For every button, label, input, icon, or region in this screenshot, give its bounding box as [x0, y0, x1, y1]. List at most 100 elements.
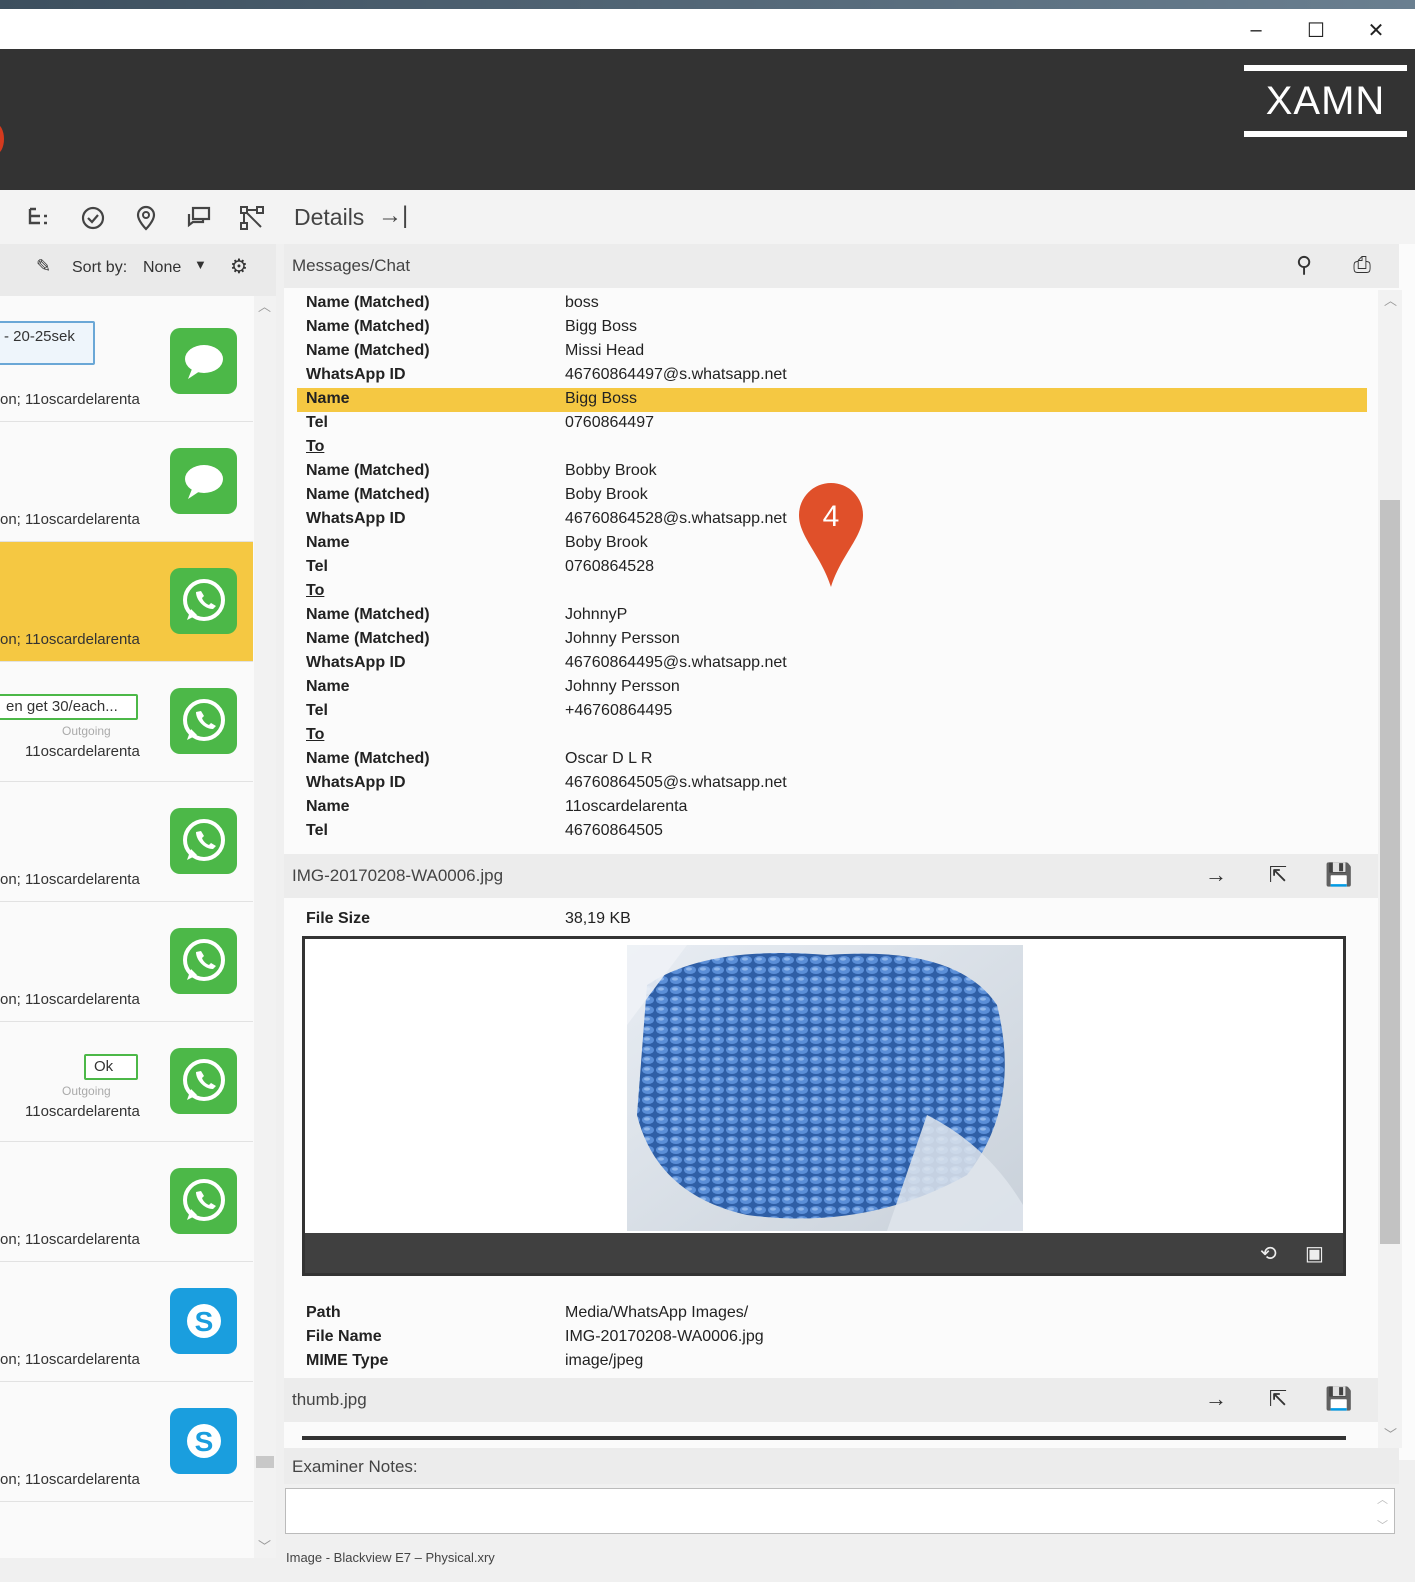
scroll-thumb[interactable] — [256, 1456, 274, 1468]
pin-icon[interactable]: ✎ — [36, 256, 51, 277]
detail-row[interactable]: Name (Matched) Johnny Persson — [297, 628, 1367, 652]
whatsapp-icon — [170, 808, 237, 874]
detail-row[interactable]: Name (Matched) Missi Head — [297, 340, 1367, 364]
detail-row[interactable]: Name (Matched) Bigg Boss — [297, 316, 1367, 340]
toolbar: Details →| — [0, 190, 1415, 244]
list-item[interactable]: on; 11oscardelarenta S — [0, 1262, 253, 1382]
owner-label: 11oscardelarenta — [25, 743, 140, 760]
direction-label: Outgoing — [62, 724, 111, 738]
section-title: Messages/Chat — [292, 256, 411, 275]
thumb-preview-edge — [302, 1436, 1346, 1440]
detail-row[interactable]: Name (Matched) boss — [297, 292, 1367, 316]
go-to-arrow-icon[interactable]: → — [1202, 1386, 1230, 1414]
list-item[interactable]: on; 11oscardelarenta — [0, 782, 253, 902]
export-image-icon[interactable]: ▣ — [1305, 1241, 1324, 1266]
detail-row[interactable]: Name Johnny Persson — [297, 676, 1367, 700]
to-link[interactable]: To — [306, 438, 324, 456]
list-item[interactable]: on; 11oscardelarenta — [0, 902, 253, 1022]
svg-text:S: S — [194, 1306, 213, 1337]
list-item[interactable]: on; 11oscardelarenta S — [0, 1382, 253, 1502]
field-value: Bigg Boss — [565, 390, 638, 407]
message-bubble: en get 30/each... — [0, 694, 138, 720]
translate-icon[interactable]: ⚲ — [1290, 252, 1318, 280]
owner-label: on; 11oscardelarenta — [0, 391, 140, 408]
owner-label: on; 11oscardelarenta — [0, 1351, 140, 1368]
title-bar: – ☐ ✕ — [0, 9, 1415, 49]
detail-row[interactable]: Tel 46760864505 — [297, 820, 1367, 844]
message-bubble: Ok — [84, 1054, 138, 1080]
whatsapp-icon — [170, 928, 237, 994]
sort-select[interactable]: None — [143, 259, 181, 277]
mime-type-label: MIME Type — [306, 1352, 389, 1369]
list-scrollbar[interactable]: ︿ ﹀ — [254, 296, 276, 1558]
examiner-notes-header: Examiner Notes: — [284, 1448, 1399, 1484]
detail-row[interactable]: WhatsApp ID 46760864495@s.whatsapp.net — [297, 652, 1367, 676]
minimize-button[interactable]: – — [1238, 17, 1274, 43]
list-item[interactable]: - 20-25sek on; 11oscardelarenta — [0, 302, 253, 422]
print-icon[interactable]: ⎙ — [1348, 252, 1376, 280]
details-panel: Messages/Chat ⚲ ⎙ Name (Matched) boss Name… — [284, 244, 1415, 1460]
to-link[interactable]: To — [306, 582, 324, 600]
skype-icon: S — [170, 1288, 237, 1354]
scroll-down-icon[interactable]: ﹀ — [1384, 1424, 1397, 1443]
scroll-up-icon[interactable]: ︿ — [1384, 290, 1397, 309]
graph-connections-icon[interactable] — [238, 204, 266, 232]
owner-label: on; 11oscardelarenta — [0, 631, 140, 648]
gear-icon[interactable]: ⚙ — [230, 254, 248, 279]
detail-row[interactable]: WhatsApp ID 46760864497@s.whatsapp.net — [297, 364, 1367, 388]
sms-icon — [170, 328, 237, 394]
scroll-down-icon[interactable]: ﹀ — [1377, 1517, 1388, 1533]
scroll-up-icon[interactable]: ︿ — [258, 296, 271, 315]
location-pin-icon[interactable] — [132, 204, 160, 232]
details-scrollbar[interactable]: ︿ ﹀ — [1378, 290, 1402, 1448]
field-value: 46760864505 — [565, 822, 663, 839]
direction-label: Outgoing — [62, 1084, 111, 1098]
open-external-icon[interactable]: ⇱ — [1264, 862, 1292, 890]
message-list[interactable]: - 20-25sek on; 11oscardelarenta on; 11osca… — [0, 302, 253, 1542]
annotation-marker: 4 — [799, 483, 863, 587]
rotate-icon[interactable]: ⟲ — [1260, 1241, 1277, 1266]
scroll-up-icon[interactable]: ︿ — [1377, 1491, 1388, 1507]
field-value: 46760864505@s.whatsapp.net — [565, 774, 787, 791]
list-item[interactable]: on; 11oscardelarenta — [0, 1142, 253, 1262]
detail-row[interactable]: To — [297, 436, 1367, 460]
detail-row-highlighted[interactable]: Name Bigg Boss — [297, 388, 1367, 412]
go-to-arrow-icon[interactable]: → — [1202, 862, 1230, 890]
owner-label: on; 11oscardelarenta — [0, 991, 140, 1008]
field-value: 46760864528@s.whatsapp.net — [565, 510, 787, 527]
field-label: Name (Matched) — [306, 318, 430, 335]
detail-row[interactable]: To — [297, 724, 1367, 748]
detail-row[interactable]: Name 11oscardelarenta — [297, 796, 1367, 820]
scroll-down-icon[interactable]: ﹀ — [258, 1536, 271, 1555]
examiner-notes-input[interactable]: ︿ ﹀ — [285, 1488, 1395, 1534]
detail-row[interactable]: Name (Matched) Oscar D L R — [297, 748, 1367, 772]
thumb-filename: thumb.jpg — [292, 1390, 367, 1409]
whatsapp-icon — [170, 1168, 237, 1234]
field-value: boss — [565, 294, 599, 311]
collapse-details-icon[interactable]: →| — [378, 202, 408, 230]
detail-row[interactable]: Name (Matched) JohnnyP — [297, 604, 1367, 628]
save-icon[interactable]: 💾 — [1325, 1386, 1353, 1414]
tree-view-icon[interactable] — [26, 204, 54, 232]
list-item[interactable]: Ok Outgoing 11oscardelarenta — [0, 1022, 253, 1142]
check-circle-icon[interactable] — [79, 204, 107, 232]
chat-icon[interactable] — [185, 204, 213, 232]
owner-label: on; 11oscardelarenta — [0, 1471, 140, 1488]
maximize-button[interactable]: ☐ — [1298, 17, 1334, 43]
detail-row[interactable]: WhatsApp ID 46760864505@s.whatsapp.net — [297, 772, 1367, 796]
image-preview[interactable]: ⟲ ▣ — [302, 936, 1346, 1276]
detail-row[interactable]: Tel +46760864495 — [297, 700, 1367, 724]
open-external-icon[interactable]: ⇱ — [1264, 1386, 1292, 1414]
file-size-value: 38,19 KB — [565, 910, 631, 927]
list-item[interactable]: on; 11oscardelarenta — [0, 422, 253, 542]
close-button[interactable]: ✕ — [1358, 17, 1394, 43]
detail-row[interactable]: Tel 0760864497 — [297, 412, 1367, 436]
list-item[interactable]: on; 11oscardelarenta — [0, 542, 253, 662]
to-link[interactable]: To — [306, 726, 324, 744]
save-icon[interactable]: 💾 — [1325, 862, 1353, 890]
scroll-thumb[interactable] — [1380, 500, 1400, 1244]
field-label: Name — [306, 798, 350, 815]
chevron-down-icon[interactable]: ▼ — [194, 257, 207, 272]
list-item[interactable]: en get 30/each... Outgoing 11oscardelarent… — [0, 662, 253, 782]
field-label: Name (Matched) — [306, 462, 430, 479]
